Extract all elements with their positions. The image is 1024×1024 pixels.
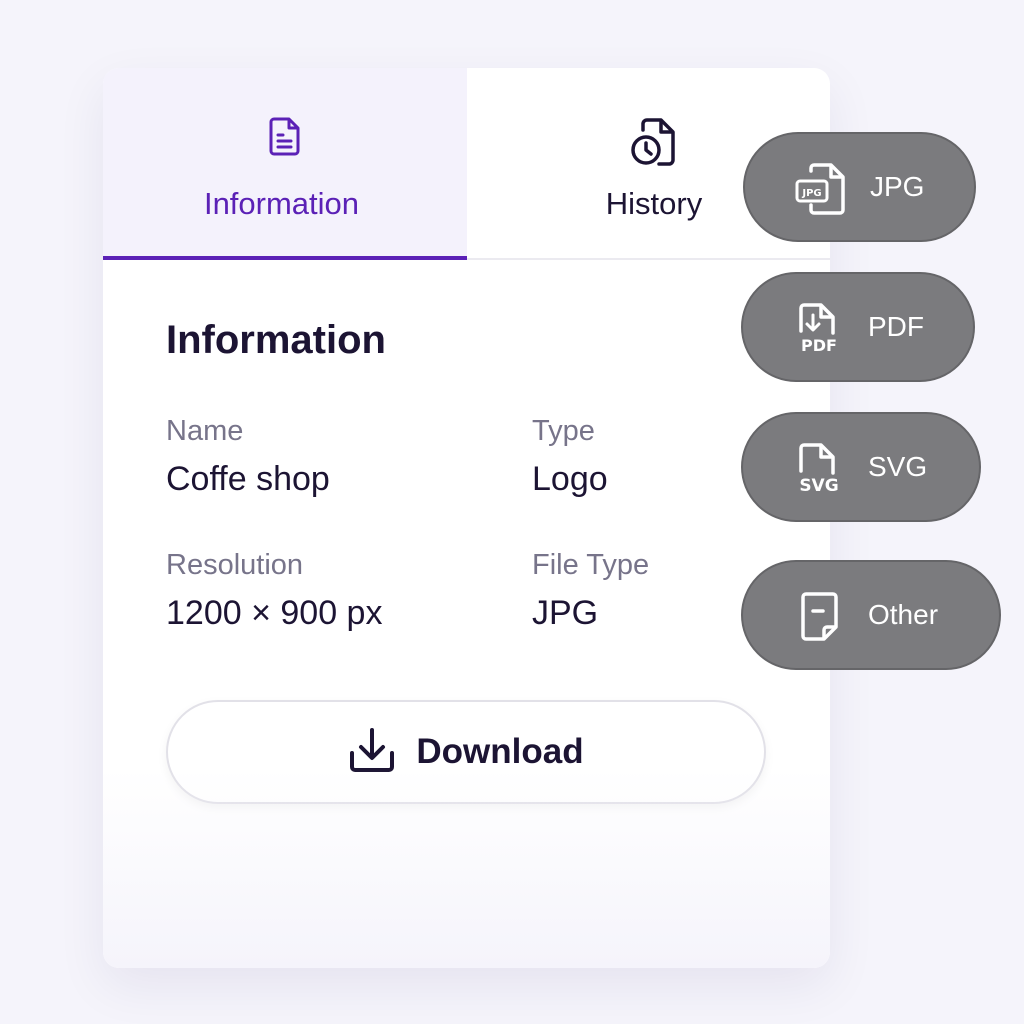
file-info-card: Information History Information Name Cof… xyxy=(103,68,830,968)
svg-text:SVG: SVG xyxy=(799,476,838,496)
format-other-button[interactable]: Other xyxy=(741,560,1001,670)
file-type-value: JPG xyxy=(532,594,599,632)
format-svg-button[interactable]: SVG SVG xyxy=(741,412,981,522)
section-title: Information xyxy=(166,318,386,362)
format-svg-label: SVG xyxy=(868,451,928,482)
jpg-file-icon: JPG xyxy=(793,161,849,217)
resolution-label: Resolution xyxy=(166,549,304,581)
format-pdf-button[interactable]: PDF PDF xyxy=(741,272,975,382)
format-jpg-button[interactable]: JPG JPG xyxy=(743,132,976,242)
tab-information[interactable]: Information xyxy=(103,68,467,260)
file-clock-icon xyxy=(629,116,679,173)
tab-bar: Information History xyxy=(103,68,830,260)
download-icon xyxy=(348,727,396,778)
format-jpg-label: JPG xyxy=(870,171,925,202)
tab-information-label: Information xyxy=(203,186,360,221)
resolution-value: 1200 × 900 px xyxy=(166,594,383,632)
format-pdf-label: PDF xyxy=(868,311,924,342)
download-button[interactable]: Download xyxy=(166,700,766,804)
generic-file-icon xyxy=(791,589,847,645)
download-label: Download xyxy=(416,732,584,771)
svg-file-icon: SVG xyxy=(791,441,847,497)
type-label: Type xyxy=(532,415,595,447)
file-type-label: File Type xyxy=(532,549,650,581)
name-label: Name xyxy=(166,415,244,447)
document-icon xyxy=(267,116,303,161)
pdf-file-icon: PDF xyxy=(791,301,847,357)
format-other-label: Other xyxy=(868,599,939,630)
svg-text:JPG: JPG xyxy=(801,188,821,199)
type-value: Logo xyxy=(532,460,608,498)
svg-text:PDF: PDF xyxy=(801,336,837,355)
name-value: Coffe shop xyxy=(166,460,330,498)
